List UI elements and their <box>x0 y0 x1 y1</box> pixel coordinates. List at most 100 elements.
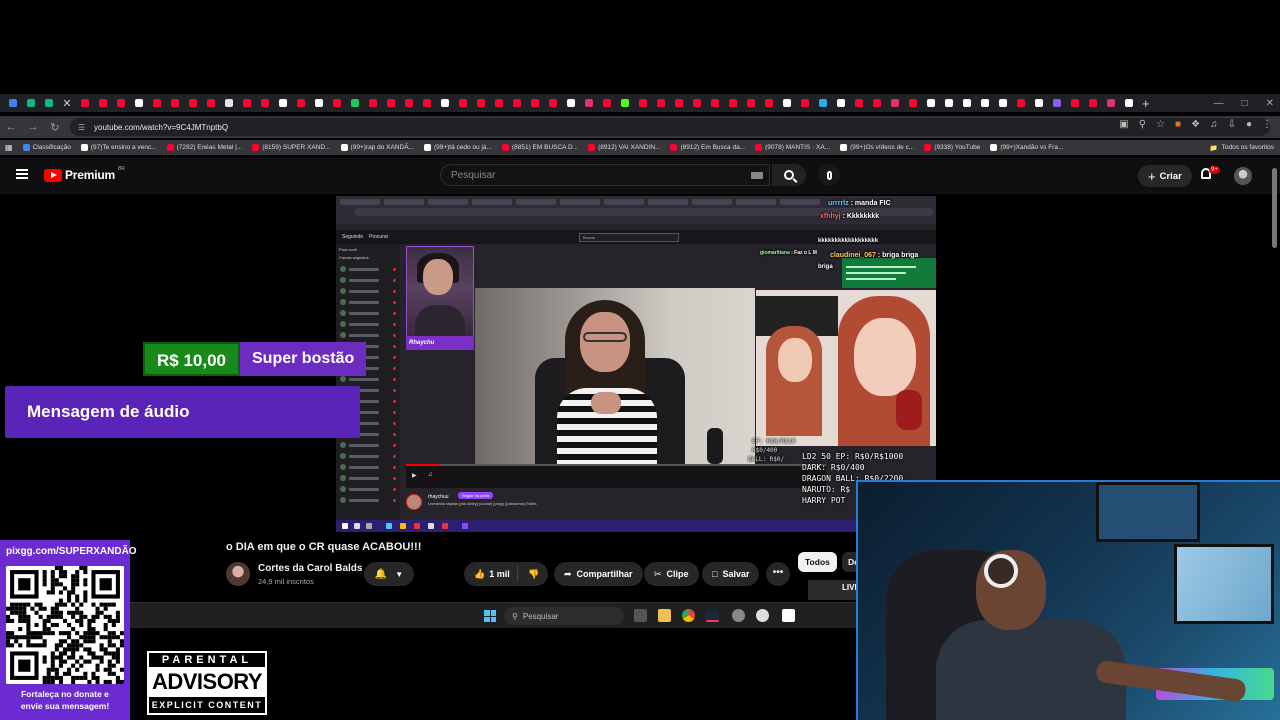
video-player[interactable]: Seguindo Procurar Buscar Para você Canai… <box>336 196 936 532</box>
browser-tab[interactable] <box>220 96 238 110</box>
browser-tab[interactable] <box>94 96 112 110</box>
bookmark-item[interactable]: (8159) SUPER XAND... <box>247 144 335 151</box>
browser-tab[interactable] <box>976 96 994 110</box>
browser-tab[interactable] <box>994 96 1012 110</box>
dislike-button[interactable]: 👎 <box>518 569 539 580</box>
browser-tab[interactable] <box>22 96 40 110</box>
like-button[interactable]: 👍 1 mil <box>464 566 518 582</box>
bookmark-item[interactable]: (7292) Enéas Metal |... <box>162 144 248 151</box>
back-icon[interactable]: ← <box>0 121 22 133</box>
browser-tab[interactable] <box>724 96 742 110</box>
chip-all[interactable]: Todos <box>798 552 837 572</box>
browser-tab[interactable] <box>400 96 418 110</box>
media-icon[interactable]: ♫ <box>1210 119 1218 130</box>
channel-name[interactable]: Cortes da Carol Balds <box>258 563 362 574</box>
browser-tab[interactable] <box>526 96 544 110</box>
taskbar-search[interactable]: ⚲ Pesquisar <box>504 607 624 625</box>
browser-tab[interactable] <box>904 96 922 110</box>
menu-icon[interactable] <box>16 169 28 179</box>
apps-grid-icon[interactable]: ▦ <box>0 143 18 152</box>
browser-tab[interactable] <box>4 96 22 110</box>
forward-icon[interactable]: → <box>22 121 44 133</box>
clip-button[interactable]: ✂ Clipe <box>644 562 699 586</box>
reload-icon[interactable]: ↻ <box>44 121 66 134</box>
close-window-icon[interactable]: ✕ <box>1266 98 1274 109</box>
browser-tab[interactable] <box>382 96 400 110</box>
browser-tab[interactable] <box>958 96 976 110</box>
browser-tab[interactable] <box>814 96 832 110</box>
voice-search-button[interactable] <box>818 164 840 186</box>
file-explorer-icon[interactable] <box>658 609 671 622</box>
browser-tab[interactable] <box>778 96 796 110</box>
url-input[interactable]: ☰ youtube.com/watch?v=9C4JMTnptbQ <box>70 118 1270 136</box>
browser-tab[interactable] <box>1048 96 1066 110</box>
browser-tab[interactable] <box>436 96 454 110</box>
profile-icon[interactable]: ● <box>1246 119 1252 130</box>
minimize-icon[interactable]: — <box>1214 98 1224 109</box>
browser-tab[interactable] <box>166 96 184 110</box>
browser-tab[interactable] <box>310 96 328 110</box>
all-bookmarks[interactable]: 📁 Todos os favoritos <box>1210 144 1274 152</box>
maximize-icon[interactable]: □ <box>1242 98 1248 109</box>
bookmark-item[interactable]: (97)Te ensino a venc... <box>76 144 162 151</box>
browser-tab[interactable] <box>184 96 202 110</box>
browser-tab[interactable] <box>40 96 58 110</box>
close-tab-icon[interactable]: ✕ <box>58 97 76 110</box>
document-icon[interactable] <box>782 609 795 622</box>
account-avatar[interactable] <box>1234 167 1252 185</box>
browser-tab[interactable] <box>580 96 598 110</box>
browser-tab[interactable] <box>850 96 868 110</box>
browser-tab[interactable] <box>1012 96 1030 110</box>
page-scrollbar[interactable] <box>1272 168 1277 248</box>
browser-tab[interactable] <box>562 96 580 110</box>
browser-tab[interactable] <box>544 96 562 110</box>
browser-tab[interactable] <box>688 96 706 110</box>
settings-gear-icon[interactable] <box>732 609 745 622</box>
youtube-premium-logo[interactable]: Premium BR <box>44 166 125 182</box>
browser-tab[interactable] <box>508 96 526 110</box>
browser-tab[interactable] <box>796 96 814 110</box>
obs-icon[interactable] <box>756 609 769 622</box>
extensions-puzzle-icon[interactable]: ❖ <box>1191 119 1200 130</box>
browser-tab[interactable] <box>454 96 472 110</box>
browser-tab[interactable] <box>1084 96 1102 110</box>
bookmark-star-icon[interactable]: ☆ <box>1156 119 1165 130</box>
browser-tab[interactable] <box>112 96 130 110</box>
browser-tab[interactable] <box>364 96 382 110</box>
keyboard-icon[interactable] <box>751 172 763 179</box>
bookmark-item[interactable]: Classificação <box>18 144 76 151</box>
browser-tab[interactable] <box>940 96 958 110</box>
browser-tab[interactable] <box>922 96 940 110</box>
browser-tab[interactable] <box>490 96 508 110</box>
bookmark-item[interactable]: (99+)rap do XANDÃ... <box>336 144 419 151</box>
bookmark-item[interactable]: (99+)tá cedo ou já... <box>419 144 497 151</box>
browser-tab[interactable] <box>292 96 310 110</box>
browser-tab[interactable] <box>652 96 670 110</box>
browser-tab[interactable] <box>598 96 616 110</box>
browser-tab[interactable] <box>274 96 292 110</box>
more-actions-button[interactable]: ••• <box>766 562 790 586</box>
browser-tab[interactable] <box>1102 96 1120 110</box>
browser-tab[interactable] <box>1066 96 1084 110</box>
bookmark-item[interactable]: (8912) Em Busca da... <box>665 144 750 151</box>
browser-tab[interactable] <box>148 96 166 110</box>
browser-tab[interactable] <box>832 96 850 110</box>
extension-icon[interactable]: ■ <box>1175 119 1181 130</box>
search-input[interactable]: Pesquisar <box>440 164 770 186</box>
browser-tab[interactable] <box>256 96 274 110</box>
steam-icon[interactable] <box>706 609 719 622</box>
zoom-icon[interactable]: ⚲ <box>1139 119 1146 130</box>
browser-tab[interactable] <box>76 96 94 110</box>
browser-tab[interactable] <box>1030 96 1048 110</box>
windows-start-icon[interactable] <box>484 610 496 622</box>
bookmark-item[interactable]: (8912) VAI XANDIN... <box>583 144 665 151</box>
bookmark-item[interactable]: (99+)Xandão vs Fra... <box>985 144 1068 151</box>
channel-avatar[interactable] <box>226 562 250 586</box>
browser-tab[interactable] <box>238 96 256 110</box>
browser-tab[interactable] <box>472 96 490 110</box>
save-button[interactable]: □ Salvar <box>702 562 760 586</box>
browser-tab[interactable] <box>346 96 364 110</box>
browser-tab[interactable] <box>868 96 886 110</box>
download-icon[interactable]: ⇩ <box>1228 119 1236 130</box>
bookmark-item[interactable]: (8851) EM BUSCA D... <box>497 144 583 151</box>
